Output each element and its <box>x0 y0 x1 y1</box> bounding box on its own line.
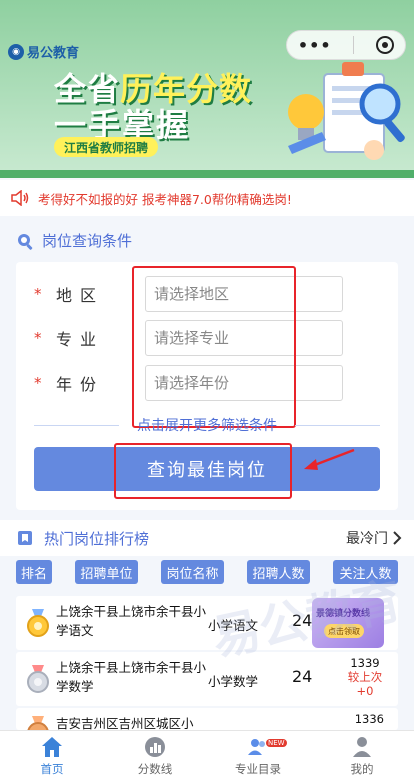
brand-logo: ◉ 易公教育 <box>8 42 79 61</box>
row-unit: 吉安吉州区吉州区城区小 <box>56 716 194 730</box>
notice-text: 考得好不如报的好 报考神器7.0帮你精确选岗! <box>38 191 292 207</box>
gold-medal-icon <box>27 609 49 637</box>
region-label: 地区 <box>56 286 105 305</box>
row-position: 小学语文 <box>208 618 259 633</box>
year-select-input[interactable] <box>145 365 343 401</box>
row-followers: 1339 较上次 +0 <box>347 656 383 698</box>
tab-score-line[interactable]: 分数线 <box>105 735 205 779</box>
home-icon <box>42 737 62 757</box>
ranking-header: 热门岗位排行榜 最冷门 <box>0 520 414 556</box>
banner-subtitle-badge: 江西省教师招聘 <box>54 137 159 157</box>
promo-banner[interactable]: ◉ 易公教育 ••• 全省历年分数 一手掌握 江西省教师招聘 <box>0 0 414 178</box>
year-label: 年份 <box>56 375 105 394</box>
users-icon <box>248 739 265 755</box>
speaker-icon <box>11 190 29 206</box>
tab-major-catalog[interactable]: NEW 专业目录 <box>208 735 308 779</box>
magnifier-document-illustration-icon <box>288 62 405 160</box>
major-select-input[interactable] <box>145 320 343 356</box>
column-position[interactable]: 岗位名称 <box>161 560 224 584</box>
form-row-year: * 年份 <box>16 365 398 401</box>
region-select-input[interactable] <box>145 276 343 312</box>
row-unit: 上饶余干县上饶市余干县小学语文 <box>56 604 207 638</box>
search-icon <box>18 233 33 250</box>
form-row-region: * 地区 <box>16 276 398 312</box>
silver-medal-icon <box>27 665 49 693</box>
bottom-tabbar: 首页 分数线 NEW 专业目录 我的 <box>0 730 414 780</box>
column-unit[interactable]: 招聘单位 <box>75 560 138 584</box>
tab-mine[interactable]: 我的 <box>312 735 412 779</box>
required-mark: * <box>34 329 42 347</box>
logo-text: 易公教育 <box>27 46 80 61</box>
query-section-title: 岗位查询条件 <box>16 230 132 251</box>
logo-mark-icon: ◉ <box>8 43 24 60</box>
promo-title: 景德镇分数线 <box>316 609 371 619</box>
annotation-arrow-icon <box>304 448 355 470</box>
score-chart-icon <box>145 737 165 757</box>
row-count: 24 <box>292 667 313 686</box>
row-count: 24 <box>292 611 313 630</box>
row-followers: 1336 <box>354 712 384 726</box>
score-line-promo-card[interactable]: 景德镇分数线 点击领取 <box>312 598 384 648</box>
person-icon <box>353 737 371 757</box>
column-rank[interactable]: 排名 <box>16 560 52 584</box>
ranking-book-icon <box>18 531 32 545</box>
row-position: 小学数学 <box>208 674 259 689</box>
ranking-row[interactable]: 上饶余干县上饶市余干县小学数学 小学数学 24 1339 较上次 +0 <box>16 652 398 706</box>
coldest-toggle[interactable]: 最冷门 <box>346 528 388 548</box>
ranking-column-headers: 排名 招聘单位 岗位名称 招聘人数 关注人数 <box>0 558 414 586</box>
notice-bar[interactable]: 考得好不如报的好 报考神器7.0帮你精确选岗! <box>0 180 414 216</box>
promo-claim-button[interactable]: 点击领取 <box>324 624 364 638</box>
row-unit: 上饶余干县上饶市余干县小学数学 <box>56 660 207 694</box>
miniapp-capsule[interactable]: ••• <box>286 30 406 60</box>
major-label: 专业 <box>56 330 105 349</box>
required-mark: * <box>34 285 42 303</box>
chevron-right-icon[interactable] <box>392 530 402 546</box>
tab-home[interactable]: 首页 <box>2 735 102 779</box>
ranking-row[interactable]: 吉安吉州区吉州区城区小 1336 <box>16 708 398 730</box>
expand-filters-link[interactable]: 点击展开更多筛选条件 <box>16 415 398 435</box>
ranking-title: 热门岗位排行榜 <box>44 529 150 548</box>
column-followers[interactable]: 关注人数 <box>333 560 398 584</box>
column-count[interactable]: 招聘人数 <box>247 560 310 584</box>
close-target-icon[interactable] <box>376 36 395 54</box>
new-badge: NEW <box>266 739 287 747</box>
bronze-medal-icon <box>27 716 49 730</box>
more-dots-icon[interactable]: ••• <box>298 36 332 55</box>
required-mark: * <box>34 374 42 392</box>
form-row-major: * 专业 <box>16 320 398 356</box>
